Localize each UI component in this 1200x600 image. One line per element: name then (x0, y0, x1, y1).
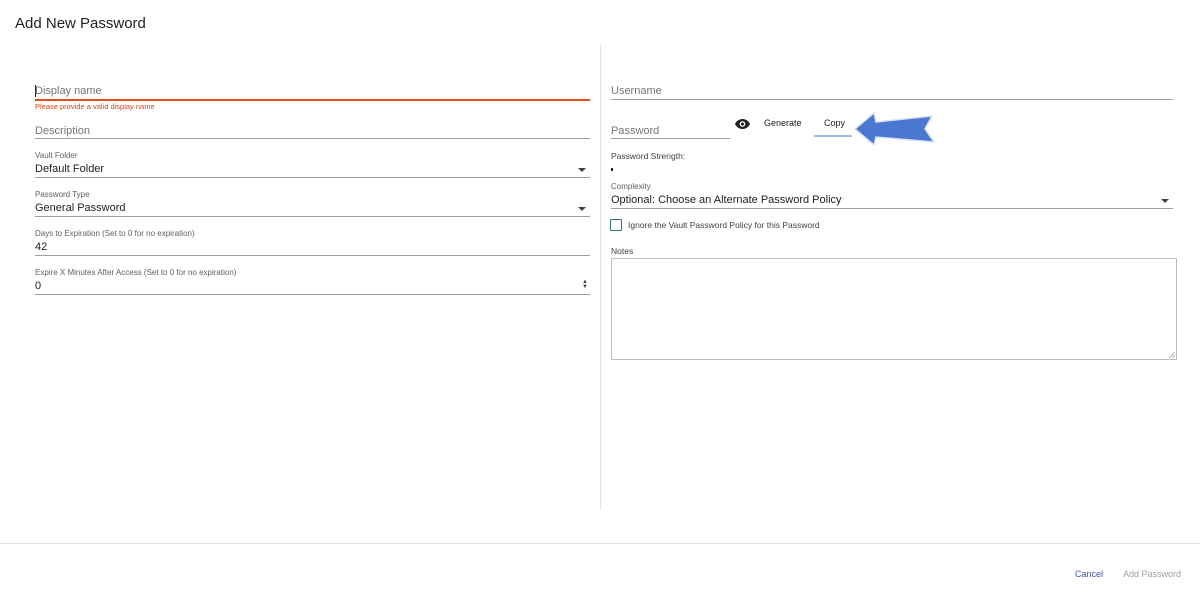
complexity-label: Complexity (611, 182, 651, 191)
display-name-error: Please provide a valid display name (35, 102, 155, 111)
password-type-label: Password Type (35, 190, 90, 199)
complexity-select[interactable]: Complexity Optional: Choose an Alternate… (611, 182, 1173, 210)
copy-button[interactable]: Copy (824, 118, 845, 128)
days-to-expiration-field[interactable]: Days to Expiration (Set to 0 for no expi… (35, 229, 590, 257)
add-password-button[interactable]: Add Password (1123, 569, 1181, 579)
vault-folder-value: Default Folder (35, 163, 105, 175)
ignore-policy-label[interactable]: Ignore the Vault Password Policy for thi… (628, 220, 820, 230)
password-type-select[interactable]: Password Type General Password (35, 190, 590, 218)
password-strength-indicator (611, 168, 613, 171)
description-placeholder: Description (35, 125, 91, 137)
display-name-field[interactable]: Display name Please provide a valid disp… (35, 82, 590, 112)
vault-folder-select[interactable]: Vault Folder Default Folder (35, 151, 590, 179)
column-divider (600, 45, 601, 510)
password-field[interactable]: Password (611, 122, 730, 140)
days-to-expiration-underline (35, 255, 590, 256)
dialog-title: Add New Password (15, 15, 146, 32)
days-to-expiration-value: 42 (35, 241, 48, 253)
ignore-policy-checkbox[interactable] (610, 219, 622, 231)
username-field[interactable]: Username (611, 82, 1173, 100)
days-to-expiration-label: Days to Expiration (Set to 0 for no expi… (35, 229, 195, 238)
copy-button-focus-indicator (814, 135, 852, 137)
username-placeholder: Username (611, 85, 662, 97)
chevron-down-icon (578, 207, 586, 211)
complexity-underline (611, 208, 1173, 209)
number-stepper[interactable]: ▲ ▼ (582, 279, 588, 290)
display-name-placeholder: Display name (35, 85, 102, 97)
chevron-down-icon (578, 168, 586, 172)
generate-button[interactable]: Generate (764, 118, 802, 128)
cancel-button[interactable]: Cancel (1075, 569, 1103, 579)
password-strength-label: Password Strength: (611, 151, 686, 161)
eye-icon[interactable] (735, 118, 750, 130)
notes-label: Notes (611, 246, 634, 256)
vault-folder-underline (35, 177, 590, 178)
resize-grip-icon[interactable] (1168, 351, 1175, 358)
footer-divider (0, 543, 1200, 544)
password-placeholder: Password (611, 125, 660, 137)
description-underline (35, 138, 590, 139)
password-type-value: General Password (35, 202, 126, 214)
notes-textarea[interactable] (611, 258, 1177, 360)
vault-folder-label: Vault Folder (35, 151, 78, 160)
description-field[interactable]: Description (35, 122, 590, 140)
expire-minutes-field[interactable]: Expire X Minutes After Access (Set to 0 … (35, 268, 590, 296)
display-name-underline (35, 99, 590, 101)
expire-minutes-underline (35, 294, 590, 295)
arrow-left-icon (853, 111, 936, 147)
password-underline (611, 138, 730, 139)
chevron-down-icon (1161, 199, 1169, 203)
password-type-underline (35, 216, 590, 217)
complexity-value: Optional: Choose an Alternate Password P… (611, 194, 842, 206)
expire-minutes-label: Expire X Minutes After Access (Set to 0 … (35, 268, 237, 277)
expire-minutes-value: 0 (35, 280, 42, 292)
username-underline (611, 99, 1173, 100)
